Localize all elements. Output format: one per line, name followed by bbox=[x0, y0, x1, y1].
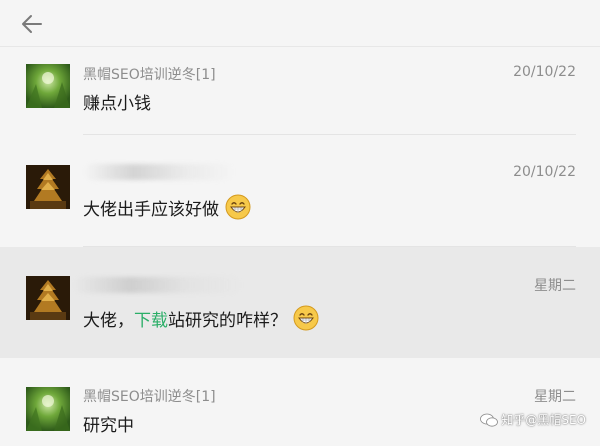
message-text-content: 赚点小钱 bbox=[83, 94, 151, 114]
message-text: 大佬， 下载 站研究的咋样？ bbox=[83, 305, 319, 331]
avatar[interactable] bbox=[26, 276, 70, 320]
message-item-selected[interactable]: 星期二 大佬， 下载 站研究的咋样？ bbox=[0, 247, 600, 358]
watermark: 知乎@黑帽SEO bbox=[480, 411, 586, 428]
avatar[interactable] bbox=[26, 165, 70, 209]
message-time: 20/10/22 bbox=[513, 164, 576, 180]
grin-emoji-icon bbox=[225, 194, 251, 220]
avatar[interactable] bbox=[26, 64, 70, 108]
message-time: 星期二 bbox=[534, 389, 576, 405]
blurred-sender-name bbox=[74, 277, 242, 293]
message-text-after: 站研究的咋样？ bbox=[168, 310, 287, 331]
message-text-content: 大佬出手应该好做 bbox=[83, 199, 219, 220]
message-text: 大佬出手应该好做 bbox=[83, 194, 251, 220]
watermark-text: 知乎@黑帽SEO bbox=[501, 413, 586, 427]
wechat-icon bbox=[480, 413, 499, 427]
message-text: 研究中 bbox=[83, 411, 134, 436]
top-bar bbox=[0, 0, 600, 47]
sender-name: 黑帽SEO培训逆冬[1] bbox=[83, 389, 216, 405]
message-text: 赚点小钱 bbox=[83, 89, 151, 114]
download-link[interactable]: 下载 bbox=[134, 306, 168, 331]
message-text-before: 大佬， bbox=[83, 310, 134, 331]
divider bbox=[83, 134, 576, 135]
message-item[interactable]: 20/10/22 大佬出手应该好做 bbox=[0, 137, 600, 247]
blurred-sender-name bbox=[84, 164, 234, 180]
avatar[interactable] bbox=[26, 387, 70, 431]
message-text-content: 研究中 bbox=[83, 416, 134, 436]
message-item[interactable]: 黑帽SEO培训逆冬[1] 20/10/22 赚点小钱 bbox=[0, 47, 600, 137]
arrow-left-icon bbox=[22, 15, 42, 33]
back-button[interactable] bbox=[18, 9, 48, 39]
grin-emoji-icon bbox=[293, 305, 319, 331]
message-time: 20/10/22 bbox=[513, 64, 576, 80]
message-time: 星期二 bbox=[534, 278, 576, 294]
message-item[interactable]: 黑帽SEO培训逆冬[1] 星期二 研究中 bbox=[0, 358, 600, 446]
sender-name: 黑帽SEO培训逆冬[1] bbox=[83, 67, 216, 83]
